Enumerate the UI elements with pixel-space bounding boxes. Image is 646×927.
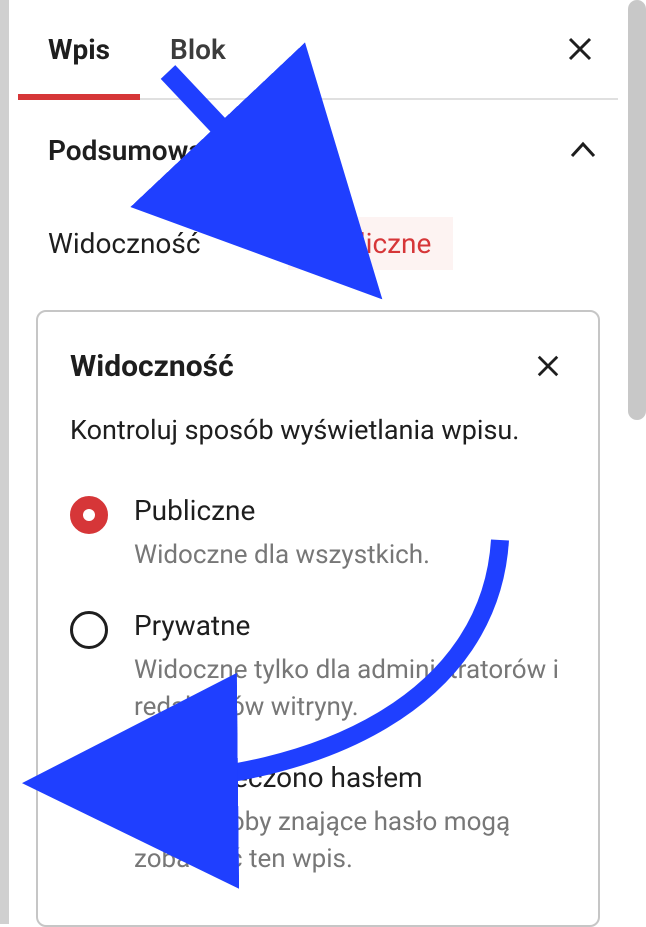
- close-popover-button[interactable]: [530, 348, 566, 384]
- option-password-body: Zabezpieczono hasłem Tylko osoby znające…: [134, 761, 566, 877]
- tab-block[interactable]: Blok: [140, 1, 256, 98]
- visibility-row: Widoczność Publiczne: [18, 187, 618, 310]
- settings-sidebar: Wpis Blok Podsumowanie Widoczność Public…: [18, 0, 618, 924]
- summary-title: Podsumowanie: [48, 134, 241, 167]
- visibility-option-public[interactable]: Publiczne Widoczne dla wszystkich.: [70, 476, 566, 591]
- option-password-label: Zabezpieczono hasłem: [134, 761, 566, 794]
- option-private-label: Prywatne: [134, 609, 566, 642]
- left-scroll-gutter: [0, 0, 9, 924]
- visibility-value-button[interactable]: Publiczne: [288, 217, 453, 270]
- option-public-desc: Widoczne dla wszystkich.: [134, 537, 430, 573]
- close-icon: [567, 36, 593, 62]
- popover-header: Widoczność: [70, 348, 566, 384]
- tabs-row: Wpis Blok: [18, 0, 618, 100]
- visibility-option-password[interactable]: Zabezpieczono hasłem Tylko osoby znające…: [70, 743, 566, 895]
- visibility-label: Widoczność: [48, 227, 288, 260]
- tab-post[interactable]: Wpis: [18, 1, 140, 98]
- radio-public[interactable]: [70, 496, 108, 534]
- option-private-body: Prywatne Widoczne tylko dla administrato…: [134, 609, 566, 725]
- close-settings-button[interactable]: [560, 29, 600, 69]
- option-private-desc: Widoczne tylko dla administratorów i red…: [134, 652, 566, 725]
- radio-password[interactable]: [70, 763, 108, 801]
- option-public-body: Publiczne Widoczne dla wszystkich.: [134, 494, 430, 573]
- summary-section-toggle[interactable]: Podsumowanie: [18, 100, 618, 187]
- radio-private[interactable]: [70, 611, 108, 649]
- tab-post-label: Wpis: [48, 33, 110, 66]
- option-password-desc: Tylko osoby znające hasło mogą zobaczyć …: [134, 804, 566, 877]
- popover-description: Kontroluj sposób wyświetlania wpisu.: [70, 414, 566, 446]
- scrollbar[interactable]: [628, 0, 646, 420]
- close-icon: [536, 354, 560, 378]
- chevron-up-icon: [568, 136, 598, 166]
- visibility-popover: Widoczność Kontroluj sposób wyświetlania…: [36, 310, 600, 927]
- visibility-option-private[interactable]: Prywatne Widoczne tylko dla administrato…: [70, 591, 566, 743]
- popover-title: Widoczność: [70, 349, 234, 384]
- option-public-label: Publiczne: [134, 494, 430, 527]
- tab-block-label: Blok: [170, 33, 226, 66]
